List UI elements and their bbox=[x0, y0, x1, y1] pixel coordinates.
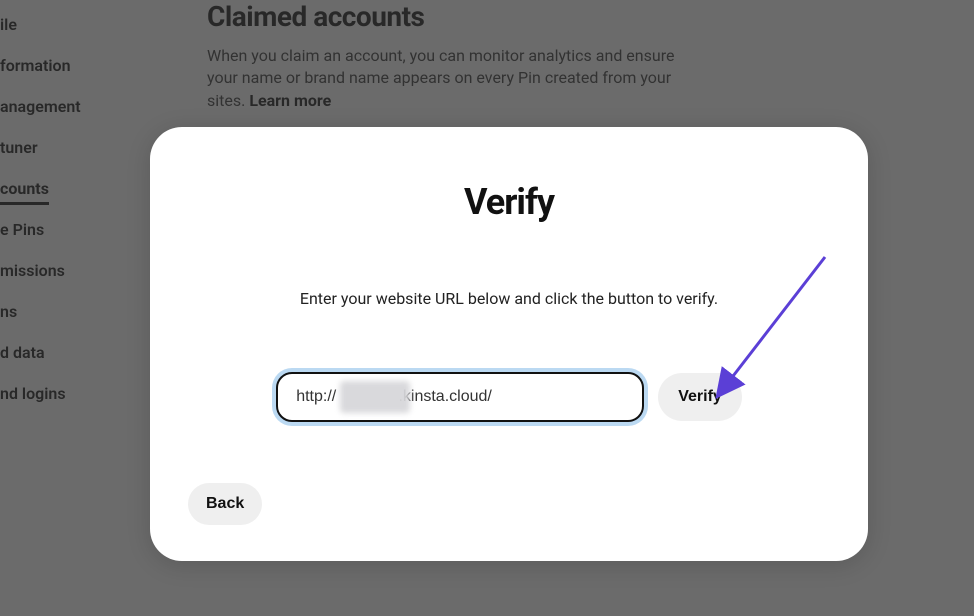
verify-button[interactable]: Verify bbox=[658, 373, 742, 421]
back-button[interactable]: Back bbox=[188, 483, 262, 525]
verify-modal: Verify Enter your website URL below and … bbox=[150, 127, 868, 561]
url-input-wrapper bbox=[276, 372, 644, 422]
modal-title: Verify bbox=[190, 181, 828, 223]
website-url-input[interactable] bbox=[276, 372, 644, 422]
verify-input-row: Verify bbox=[190, 372, 828, 422]
modal-instruction: Enter your website URL below and click t… bbox=[190, 289, 828, 308]
